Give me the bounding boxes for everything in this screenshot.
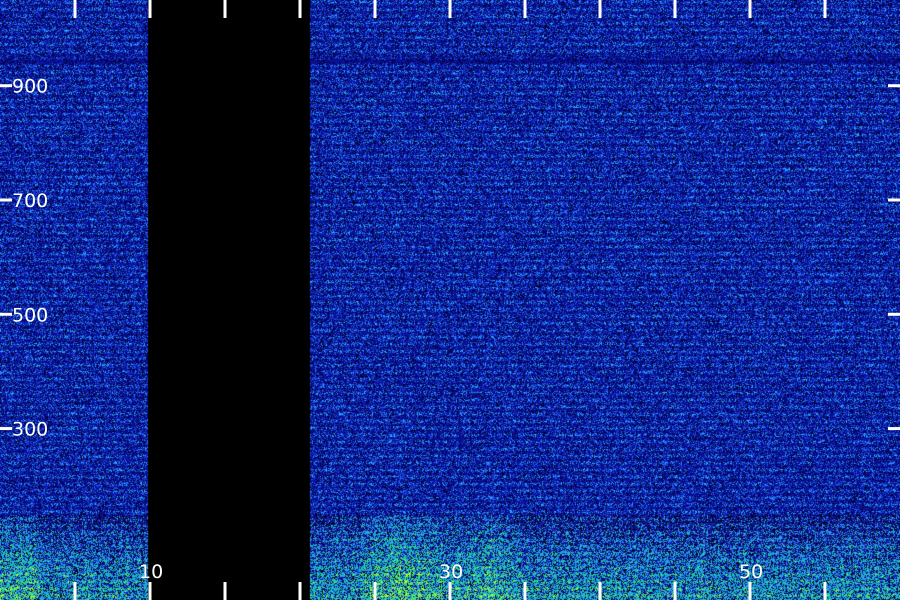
x-tick-label-30: 30 <box>439 561 463 583</box>
y-tick-label-300: 300 <box>12 419 48 441</box>
spectrogram: 900 700 500 300 10 30 50 <box>0 0 900 600</box>
axis-overlay: 900 700 500 300 10 30 50 <box>0 0 900 600</box>
y-tick-label-900: 900 <box>12 76 48 98</box>
y-tick-label-700: 700 <box>12 190 48 212</box>
x-tick-label-50: 50 <box>739 561 763 583</box>
tick-marks <box>0 0 900 600</box>
y-tick-label-500: 500 <box>12 304 48 326</box>
x-tick-label-10: 10 <box>139 561 163 583</box>
